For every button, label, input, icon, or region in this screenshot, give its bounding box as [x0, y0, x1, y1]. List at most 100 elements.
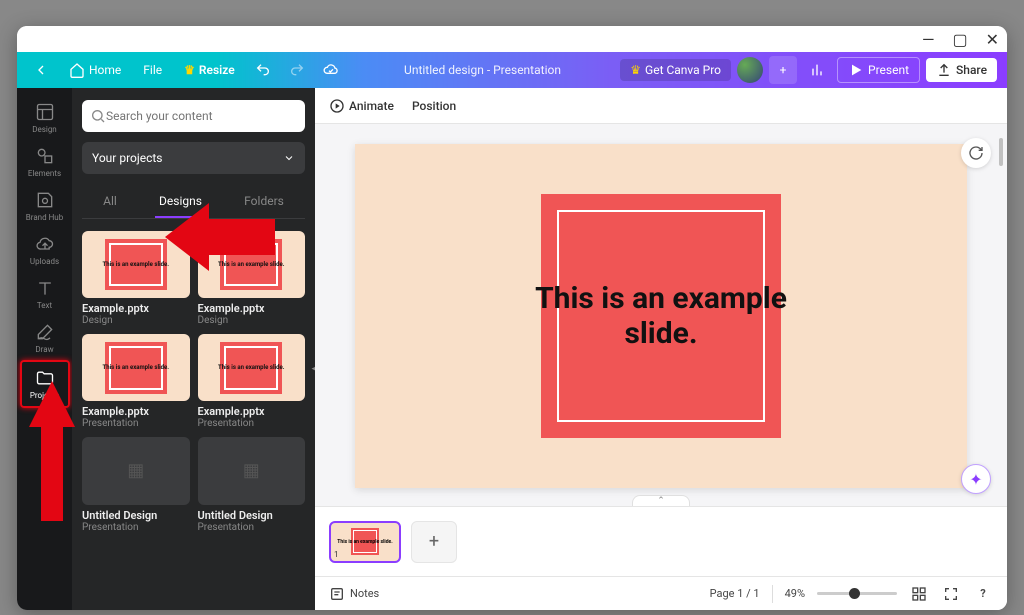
rail-uploads[interactable]: Uploads: [20, 228, 70, 272]
project-title: Untitled Design: [198, 509, 306, 522]
pencil-icon: [35, 322, 55, 342]
template-icon: [35, 102, 55, 122]
project-card[interactable]: ▦ Untitled Design Presentation: [198, 437, 306, 532]
refresh-icon: [968, 145, 984, 161]
help-button[interactable]: ?: [973, 584, 993, 604]
tab-designs[interactable]: Designs: [155, 186, 206, 218]
chart-icon: [809, 62, 825, 78]
project-card[interactable]: This is an example slide. Example.pptx P…: [198, 334, 306, 429]
search-icon: [90, 108, 106, 124]
get-pro-button[interactable]: ♛ Get Canva Pro: [620, 59, 731, 81]
placeholder-icon: ▦: [127, 460, 144, 481]
project-thumbnail: ▦: [198, 437, 306, 504]
search-container: [82, 100, 305, 132]
rail-draw[interactable]: Draw: [20, 316, 70, 360]
grid-view-button[interactable]: [909, 584, 929, 604]
scrollbar[interactable]: [999, 138, 1003, 166]
page-drawer-handle[interactable]: ⌃: [632, 495, 690, 506]
rail-draw-label: Draw: [35, 345, 53, 354]
slide[interactable]: This is an example slide.: [355, 144, 967, 488]
project-card[interactable]: ▦ Untitled Design Presentation: [82, 437, 190, 532]
chevron-down-icon: [283, 152, 295, 164]
rail-elements[interactable]: Elements: [20, 140, 70, 184]
project-card[interactable]: This is an example slide. Example.pptx P…: [82, 334, 190, 429]
fullscreen-button[interactable]: [941, 584, 961, 604]
project-card[interactable]: This is an example slide. Example.pptx D…: [82, 231, 190, 326]
project-type: Presentation: [82, 418, 190, 429]
placeholder-icon: ▦: [243, 460, 260, 481]
analytics-button[interactable]: [803, 56, 831, 84]
tab-all[interactable]: All: [99, 186, 121, 218]
play-icon: [848, 62, 864, 78]
zoom-slider[interactable]: [817, 592, 897, 595]
thumb-text: This is an example slide.: [103, 261, 169, 268]
footer-bar: Notes Page 1 / 1 49% ?: [315, 576, 1007, 610]
rail-text[interactable]: Text: [20, 272, 70, 316]
thumb-text: This is an example slide.: [218, 261, 284, 268]
slide-text: This is an example slide.: [535, 281, 787, 351]
position-button[interactable]: Position: [412, 99, 456, 113]
folder-icon: [35, 368, 55, 388]
rail-brand-hub[interactable]: Brand Hub: [20, 184, 70, 228]
projects-panel: Your projects All Designs Folders This i…: [72, 88, 315, 610]
upload-icon: [936, 62, 952, 78]
dropdown-label: Your projects: [92, 151, 163, 165]
project-title: Example.pptx: [198, 405, 306, 418]
rail-design[interactable]: Design: [20, 96, 70, 140]
maximize-button[interactable]: ▢: [952, 30, 967, 49]
share-label: Share: [956, 63, 987, 77]
add-page-button[interactable]: +: [411, 521, 457, 563]
app-window: — ▢ ✕ Home File ♛ Resize: [17, 26, 1007, 610]
grid-icon: [911, 586, 927, 602]
resize-button[interactable]: ♛ Resize: [176, 59, 243, 81]
share-button[interactable]: Share: [926, 58, 997, 82]
animate-label: Animate: [349, 99, 394, 113]
redo-button[interactable]: [283, 56, 311, 84]
chevron-left-icon: [33, 62, 49, 78]
project-folder-dropdown[interactable]: Your projects: [82, 142, 305, 174]
crown-icon: ♛: [184, 63, 195, 77]
zoom-percent[interactable]: 49%: [785, 587, 805, 600]
page-thumbnail[interactable]: This is an example slide. 1: [329, 521, 401, 563]
project-type: Presentation: [198, 522, 306, 533]
search-input[interactable]: [106, 109, 297, 123]
minimize-button[interactable]: —: [922, 30, 935, 49]
cloud-check-icon: [323, 62, 339, 78]
brand-icon: [35, 190, 55, 210]
present-button[interactable]: Present: [837, 57, 920, 83]
panel-tabs: All Designs Folders: [82, 186, 305, 219]
rail-text-label: Text: [37, 301, 52, 310]
undo-button[interactable]: [249, 56, 277, 84]
project-card[interactable]: This is an example slide. Example.pptx D…: [198, 231, 306, 326]
project-title: Example.pptx: [82, 405, 190, 418]
user-avatar[interactable]: [737, 57, 763, 83]
magic-button[interactable]: ✦: [961, 464, 991, 494]
present-label: Present: [868, 63, 909, 77]
refresh-button[interactable]: [961, 138, 991, 168]
page-indicator: Page 1 / 1: [710, 587, 760, 600]
redo-icon: [289, 62, 305, 78]
project-type: Presentation: [198, 418, 306, 429]
project-title: Example.pptx: [198, 302, 306, 315]
animate-icon: [329, 98, 345, 114]
side-rail: Design Elements Brand Hub Uploads Text D…: [17, 88, 72, 610]
back-button[interactable]: [27, 56, 55, 84]
notes-icon: [329, 586, 345, 602]
canvas-toolbar: Animate Position: [315, 88, 1007, 124]
canvas-stage[interactable]: This is an example slide. ✦ ⌃: [315, 124, 1007, 506]
animate-button[interactable]: Animate: [329, 98, 394, 114]
project-title: Untitled Design: [82, 509, 190, 522]
thumb-text: This is an example slide.: [103, 364, 169, 371]
add-member-button[interactable]: +: [769, 56, 797, 84]
tab-folders[interactable]: Folders: [240, 186, 288, 218]
design-title[interactable]: Untitled design - Presentation: [345, 63, 621, 77]
file-menu[interactable]: File: [135, 59, 170, 81]
shapes-icon: [35, 146, 55, 166]
project-title: Example.pptx: [82, 302, 190, 315]
page-number: 1: [334, 550, 339, 559]
cloud-sync-button[interactable]: [317, 56, 345, 84]
home-button[interactable]: Home: [61, 58, 129, 82]
notes-button[interactable]: Notes: [329, 586, 379, 602]
close-window-button[interactable]: ✕: [986, 30, 999, 49]
rail-projects[interactable]: Projects: [20, 360, 70, 408]
